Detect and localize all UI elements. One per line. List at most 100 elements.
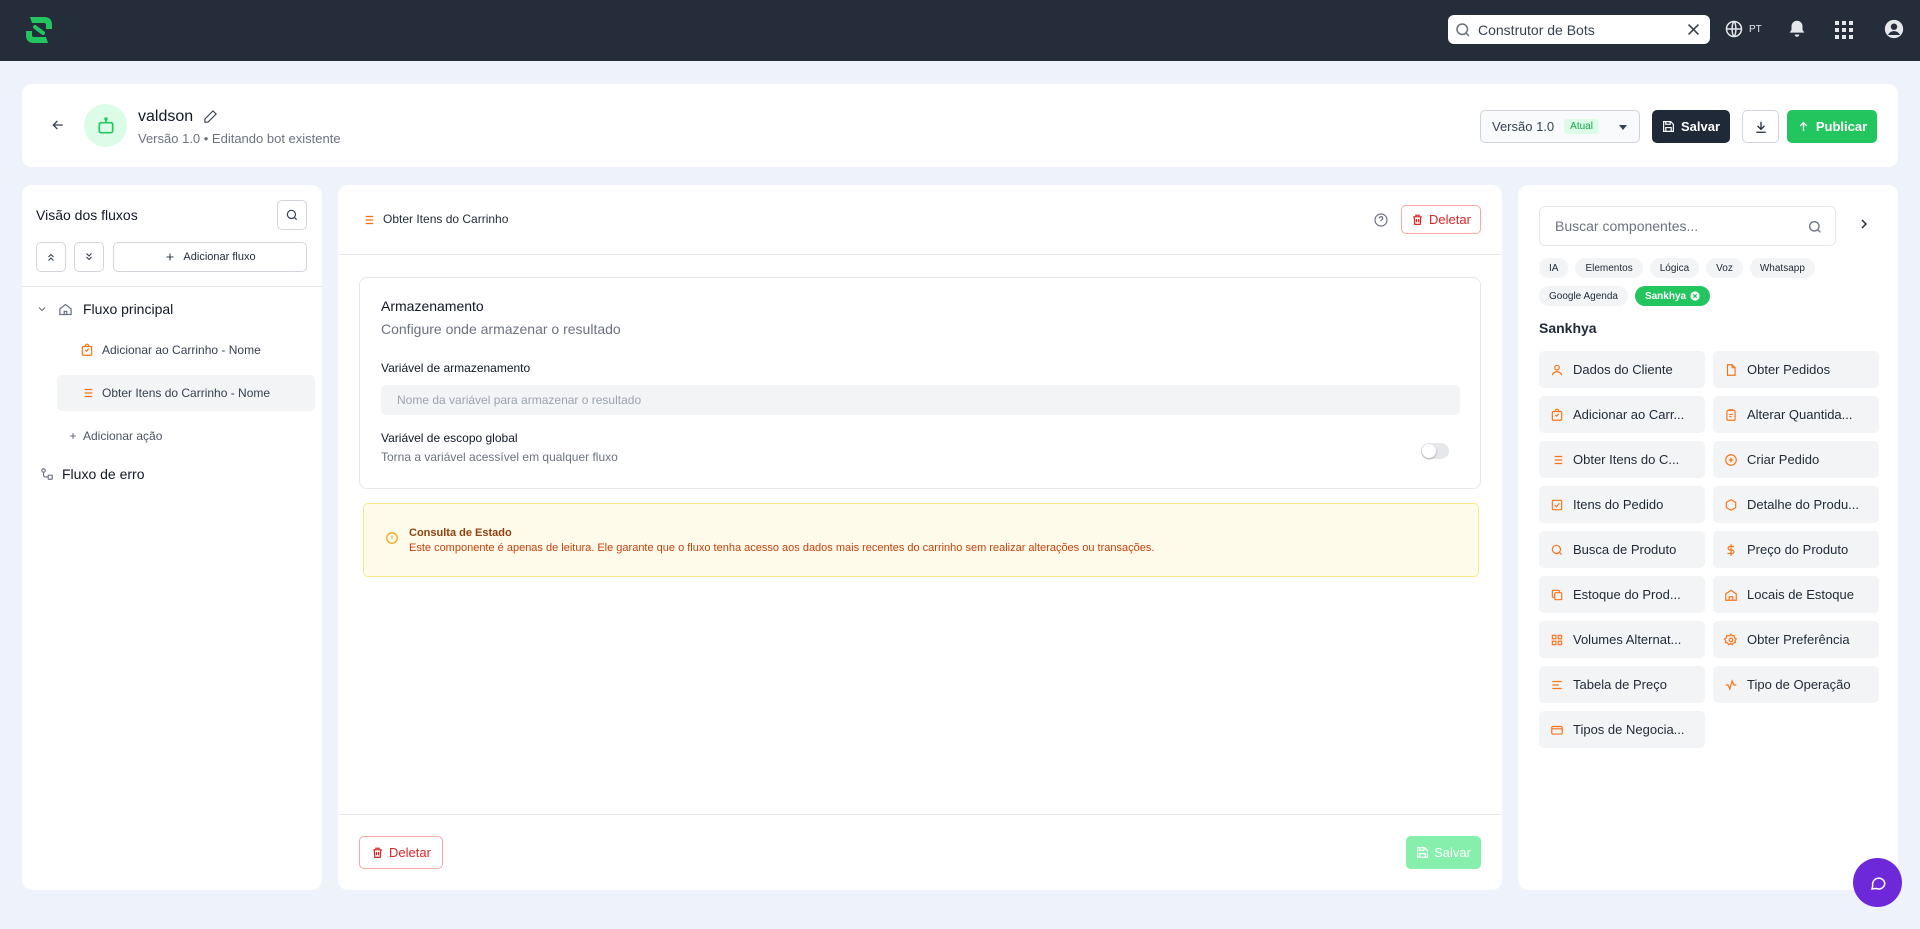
chip-elementos[interactable]: Elementos	[1575, 258, 1643, 278]
chip-logica[interactable]: Lógica	[1649, 258, 1700, 278]
help-circle-icon[interactable]	[1373, 212, 1389, 228]
tree-action-item-active[interactable]: Obter Itens do Carrinho - Nome	[57, 375, 315, 411]
component-item[interactable]: Obter Preferência	[1713, 621, 1879, 658]
tree-action-item[interactable]: Adicionar ao Carrinho - Nome	[80, 343, 261, 357]
component-label: Busca de Produto	[1573, 542, 1677, 557]
chip-voz[interactable]: Voz	[1706, 258, 1743, 278]
chevron-right-icon[interactable]	[1856, 216, 1872, 232]
globe-icon	[1724, 19, 1744, 39]
check-square-icon	[1550, 498, 1564, 512]
language-code: PT	[1749, 23, 1762, 35]
storage-variable-label: Variável de armazenamento	[381, 361, 531, 375]
tree-main-flow[interactable]: Fluxo principal	[36, 301, 173, 317]
add-action-button[interactable]: Adicionar ação	[68, 429, 162, 443]
back-arrow-icon[interactable]	[50, 117, 66, 133]
version-select[interactable]: Versão 1.0 Atual	[1480, 110, 1640, 143]
bell-icon[interactable]	[1786, 18, 1808, 40]
shopping-bag-icon	[80, 343, 94, 357]
save-button[interactable]: Salvar	[1652, 110, 1730, 143]
components-search-input[interactable]	[1555, 218, 1795, 234]
flows-panel: Visão dos fluxos Adicionar fluxo Fluxo p…	[22, 185, 322, 890]
component-label: Preço do Produto	[1747, 542, 1849, 557]
storage-title: Armazenamento	[381, 298, 484, 314]
component-item[interactable]: Estoque do Prod...	[1539, 576, 1705, 613]
component-label: Obter Preferência	[1747, 632, 1850, 647]
footer-save-button[interactable]: Salvar	[1406, 836, 1481, 869]
pencil-edit-icon[interactable]	[203, 109, 218, 124]
action-title: Obter Itens do Carrinho	[383, 212, 509, 226]
category-chips: IA Elementos Lógica Voz Whatsapp Google …	[1539, 258, 1879, 306]
bot-name: valdson	[138, 108, 194, 125]
chevrons-down-icon	[83, 251, 95, 263]
language-switcher[interactable]: PT	[1724, 19, 1762, 39]
warehouse-icon	[1724, 588, 1738, 602]
download-button[interactable]	[1742, 110, 1779, 143]
publish-button[interactable]: Publicar	[1787, 110, 1877, 143]
version-label: Versão 1.0	[1492, 119, 1555, 134]
apps-grid-icon[interactable]	[1834, 20, 1854, 40]
chip-google-agenda[interactable]: Google Agenda	[1539, 286, 1628, 306]
add-flow-button[interactable]: Adicionar fluxo	[113, 242, 307, 272]
collapse-all-button[interactable]	[74, 242, 104, 272]
component-item[interactable]: Alterar Quantida...	[1713, 396, 1879, 433]
storage-section: Armazenamento Configure onde armazenar o…	[359, 277, 1481, 489]
component-item[interactable]: Busca de Produto	[1539, 531, 1705, 568]
app-logo[interactable]	[22, 13, 56, 47]
global-search-input[interactable]	[1478, 21, 1678, 38]
info-circle-icon	[385, 531, 399, 545]
plus-icon	[68, 431, 78, 441]
tree-error-flow[interactable]: Fluxo de erro	[40, 466, 144, 482]
component-item[interactable]: Tabela de Preço	[1539, 666, 1705, 703]
component-item[interactable]: Detalhe do Produ...	[1713, 486, 1879, 523]
global-search[interactable]	[1448, 15, 1710, 44]
component-item[interactable]: Dados do Cliente	[1539, 351, 1705, 388]
component-item[interactable]: Adicionar ao Carr...	[1539, 396, 1705, 433]
chip-whatsapp[interactable]: Whatsapp	[1749, 258, 1815, 278]
flows-panel-title: Visão dos fluxos	[36, 207, 138, 223]
footer-delete-label: Deletar	[389, 845, 431, 860]
divider	[338, 254, 1502, 255]
components-search[interactable]	[1539, 206, 1836, 246]
save-label: Salvar	[1680, 119, 1721, 134]
add-action-label: Adicionar ação	[83, 429, 163, 443]
component-item[interactable]: Tipo de Operação	[1713, 666, 1879, 703]
box-icon	[1724, 498, 1738, 512]
component-label: Obter Itens do C...	[1573, 452, 1680, 467]
delete-action-button[interactable]: Deletar	[1401, 205, 1481, 234]
component-item[interactable]: Criar Pedido	[1713, 441, 1879, 478]
close-circle-icon[interactable]	[1690, 291, 1700, 301]
user-icon	[1550, 363, 1564, 377]
component-item[interactable]: Locais de Estoque	[1713, 576, 1879, 613]
home-icon	[58, 302, 73, 317]
component-item[interactable]: Obter Pedidos	[1713, 351, 1879, 388]
component-item[interactable]: Tipos de Negocia...	[1539, 711, 1705, 748]
global-scope-toggle[interactable]	[1421, 443, 1449, 459]
list-icon	[1550, 453, 1564, 467]
chip-sankhya[interactable]: Sankhya	[1634, 286, 1711, 306]
search-icon	[1454, 21, 1472, 39]
save-icon	[1416, 846, 1429, 859]
footer-save-label: Salvar	[1434, 845, 1471, 860]
chevron-down-icon[interactable]	[36, 303, 48, 315]
chip-ia[interactable]: IA	[1539, 258, 1569, 278]
component-item[interactable]: Preço do Produto	[1713, 531, 1879, 568]
component-item[interactable]: Itens do Pedido	[1539, 486, 1705, 523]
expand-all-button[interactable]	[36, 242, 66, 272]
component-item[interactable]: Volumes Alternat...	[1539, 621, 1705, 658]
delete-label: Deletar	[1429, 212, 1471, 227]
flows-search-button[interactable]	[277, 200, 307, 230]
clipboard-icon	[1724, 408, 1738, 422]
footer-delete-button[interactable]: Deletar	[359, 836, 443, 869]
component-label: Obter Pedidos	[1747, 362, 1831, 377]
shopping-bag-icon	[1550, 408, 1564, 422]
trash-icon	[1411, 213, 1424, 226]
chat-support-button[interactable]	[1853, 858, 1902, 907]
chat-bubble-icon	[1869, 874, 1887, 892]
clear-search-icon[interactable]	[1685, 21, 1702, 38]
save-icon	[1662, 120, 1675, 133]
component-item[interactable]: Obter Itens do C...	[1539, 441, 1705, 478]
bot-subtitle: Versão 1.0 • Editando bot existente	[138, 131, 341, 146]
component-label: Detalhe do Produ...	[1747, 497, 1860, 512]
storage-variable-input[interactable]	[381, 385, 1460, 415]
user-account-icon[interactable]	[1883, 18, 1905, 40]
